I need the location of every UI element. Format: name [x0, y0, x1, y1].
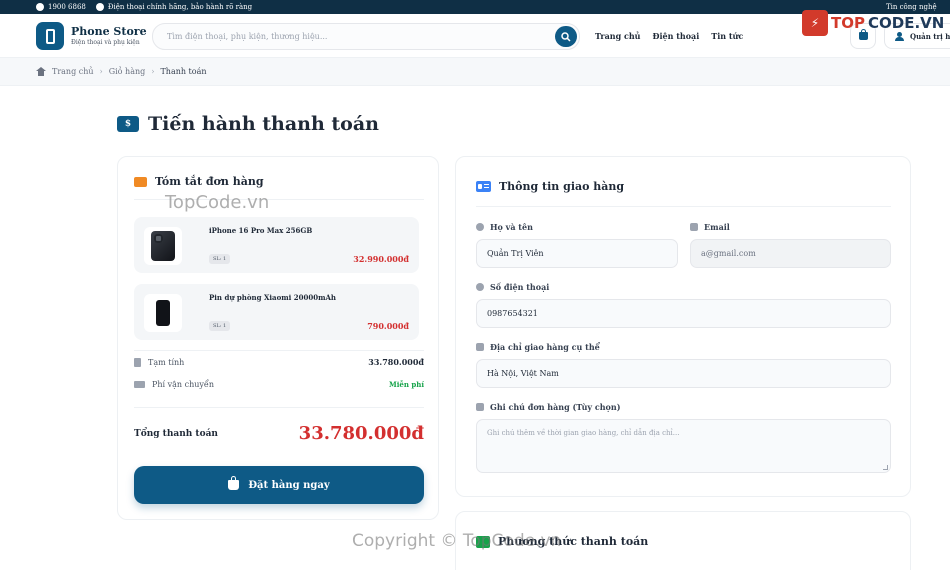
hotline[interactable]: 1900 6868: [36, 3, 86, 11]
resize-handle[interactable]: [883, 465, 888, 470]
total-label: Tổng thanh toán: [134, 428, 218, 439]
product-price: 32.990.000đ: [353, 254, 409, 264]
note-label: Ghi chú đơn hàng (Tùy chọn): [476, 402, 620, 412]
name-field[interactable]: Quản Trị Viên: [476, 239, 678, 268]
name-label: Họ và tên: [476, 222, 533, 232]
payment-method-title: Phương thức thanh toán: [498, 535, 649, 548]
product-thumbnail: [144, 294, 182, 332]
search-bar[interactable]: Tìm điện thoại, phụ kiện, thương hiệu...: [152, 23, 580, 50]
order-summary-header: Tóm tắt đơn hàng: [134, 175, 264, 188]
breadcrumb-cart[interactable]: Giỏ hàng: [109, 67, 146, 76]
product-price: 790.000đ: [367, 321, 409, 331]
money-icon: [476, 535, 490, 548]
divider: [134, 199, 424, 200]
email-label: Email: [690, 222, 730, 232]
search-input[interactable]: Tìm điện thoại, phụ kiện, thương hiệu...: [167, 32, 327, 41]
address-field[interactable]: Hà Nội, Việt Nam: [476, 359, 891, 388]
chevron-right-icon: ›: [151, 67, 155, 76]
iphone-image: [151, 231, 175, 261]
divider: [134, 407, 424, 408]
watermark-logo-mark: ⚡: [802, 10, 828, 36]
total-value: 33.780.000đ: [298, 423, 424, 444]
user-icon: [476, 223, 484, 231]
power-bank-image: [156, 300, 170, 326]
shipping-info-card: Thông tin giao hàng Họ và tên Quản Trị V…: [455, 156, 911, 497]
shopping-bag-icon: [228, 476, 240, 490]
nav-news[interactable]: Tin tức: [711, 31, 743, 41]
truck-icon: [134, 381, 145, 388]
breadcrumb: Trang chủ › Giỏ hàng › Thanh toán: [36, 67, 207, 76]
breadcrumb-current: Thanh toán: [160, 67, 207, 76]
home-icon: [36, 67, 46, 76]
search-icon: [561, 31, 571, 42]
address-label: Địa chỉ giao hàng cụ thể: [476, 342, 600, 352]
chevron-right-icon: ›: [99, 67, 103, 76]
quantity-badge: SL: 1: [209, 321, 231, 331]
watermark-logo: ⚡ TOP CODE.VN: [802, 10, 944, 36]
phone-icon: [476, 283, 484, 291]
payment-method-header: Phương thức thanh toán: [476, 535, 648, 548]
product-thumbnail: [144, 227, 182, 265]
top-bar-left: 1900 6868 Điện thoại chính hãng, bảo hàn…: [36, 3, 252, 11]
place-order-label: Đặt hàng ngay: [248, 479, 330, 491]
quantity-badge: SL: 1: [209, 254, 231, 264]
shipping-fee-row: Phí vận chuyển Miễn phí: [134, 380, 424, 389]
total-row: Tổng thanh toán 33.780.000đ: [134, 423, 424, 444]
nav-phones[interactable]: Điện thoại: [652, 31, 699, 41]
breadcrumb-home[interactable]: Trang chủ: [52, 67, 94, 76]
divider: [134, 350, 424, 351]
product-name: iPhone 16 Pro Max 256GB: [209, 226, 313, 235]
shipping-info-title: Thông tin giao hàng: [499, 180, 625, 193]
order-summary-title: Tóm tắt đơn hàng: [155, 175, 264, 188]
guarantee-note: Điện thoại chính hãng, bảo hành rõ ràng: [95, 3, 252, 11]
note-placeholder: Ghi chú thêm về thời gian giao hàng, chỉ…: [487, 429, 680, 437]
brand-tagline: Điện thoại và phụ kiện: [71, 39, 140, 46]
subtotal-row: Tạm tính 33.780.000đ: [134, 357, 424, 367]
phone-label: Số điện thoại: [476, 282, 549, 292]
breadcrumb-bar: Trang chủ › Giỏ hàng › Thanh toán: [0, 58, 950, 86]
nav-home[interactable]: Trang chủ: [595, 31, 640, 41]
brand[interactable]: Phone Store Điện thoại và phụ kiện: [71, 25, 147, 46]
search-button[interactable]: [555, 26, 577, 47]
smartphone-icon: [45, 28, 55, 44]
clipboard-icon: [476, 403, 484, 411]
store-logo[interactable]: [36, 22, 64, 50]
id-card-icon: [476, 181, 491, 192]
page-title: $ Tiến hành thanh toán: [117, 113, 379, 135]
order-summary-card: Tóm tắt đơn hàng iPhone 16 Pro Max 256GB…: [117, 156, 439, 520]
shipping-info-header: Thông tin giao hàng: [476, 180, 624, 193]
phone-icon: [36, 3, 44, 11]
shipping-fee-label: Phí vận chuyển: [152, 380, 214, 389]
building-icon: [476, 343, 484, 351]
list-item[interactable]: iPhone 16 Pro Max 256GB SL: 1 32.990.000…: [134, 217, 419, 273]
place-order-button[interactable]: Đặt hàng ngay: [134, 466, 424, 504]
calculator-icon: [134, 357, 141, 367]
check-badge-icon: [95, 3, 104, 11]
product-name: Pin dự phòng Xiaomi 20000mAh: [209, 293, 337, 302]
note-textarea[interactable]: Ghi chú thêm về thời gian giao hàng, chỉ…: [476, 419, 891, 473]
payment-method-card: Phương thức thanh toán: [455, 511, 911, 570]
phone-field[interactable]: 0987654321: [476, 299, 891, 328]
subtotal-label: Tạm tính: [148, 357, 185, 367]
shipping-fee-value: Miễn phí: [388, 380, 424, 389]
divider: [476, 206, 891, 207]
money-bill-icon: $: [117, 116, 139, 132]
brand-name: Phone Store: [71, 25, 147, 38]
envelope-icon: [690, 223, 698, 231]
list-item[interactable]: Pin dự phòng Xiaomi 20000mAh SL: 1 790.0…: [134, 284, 419, 340]
main-nav: Trang chủ Điện thoại Tin tức: [595, 31, 743, 41]
subtotal-value: 33.780.000đ: [368, 357, 424, 367]
email-field[interactable]: a@gmail.com: [690, 239, 891, 268]
box-icon: [134, 176, 147, 187]
page-heading: Tiến hành thanh toán: [148, 113, 379, 135]
